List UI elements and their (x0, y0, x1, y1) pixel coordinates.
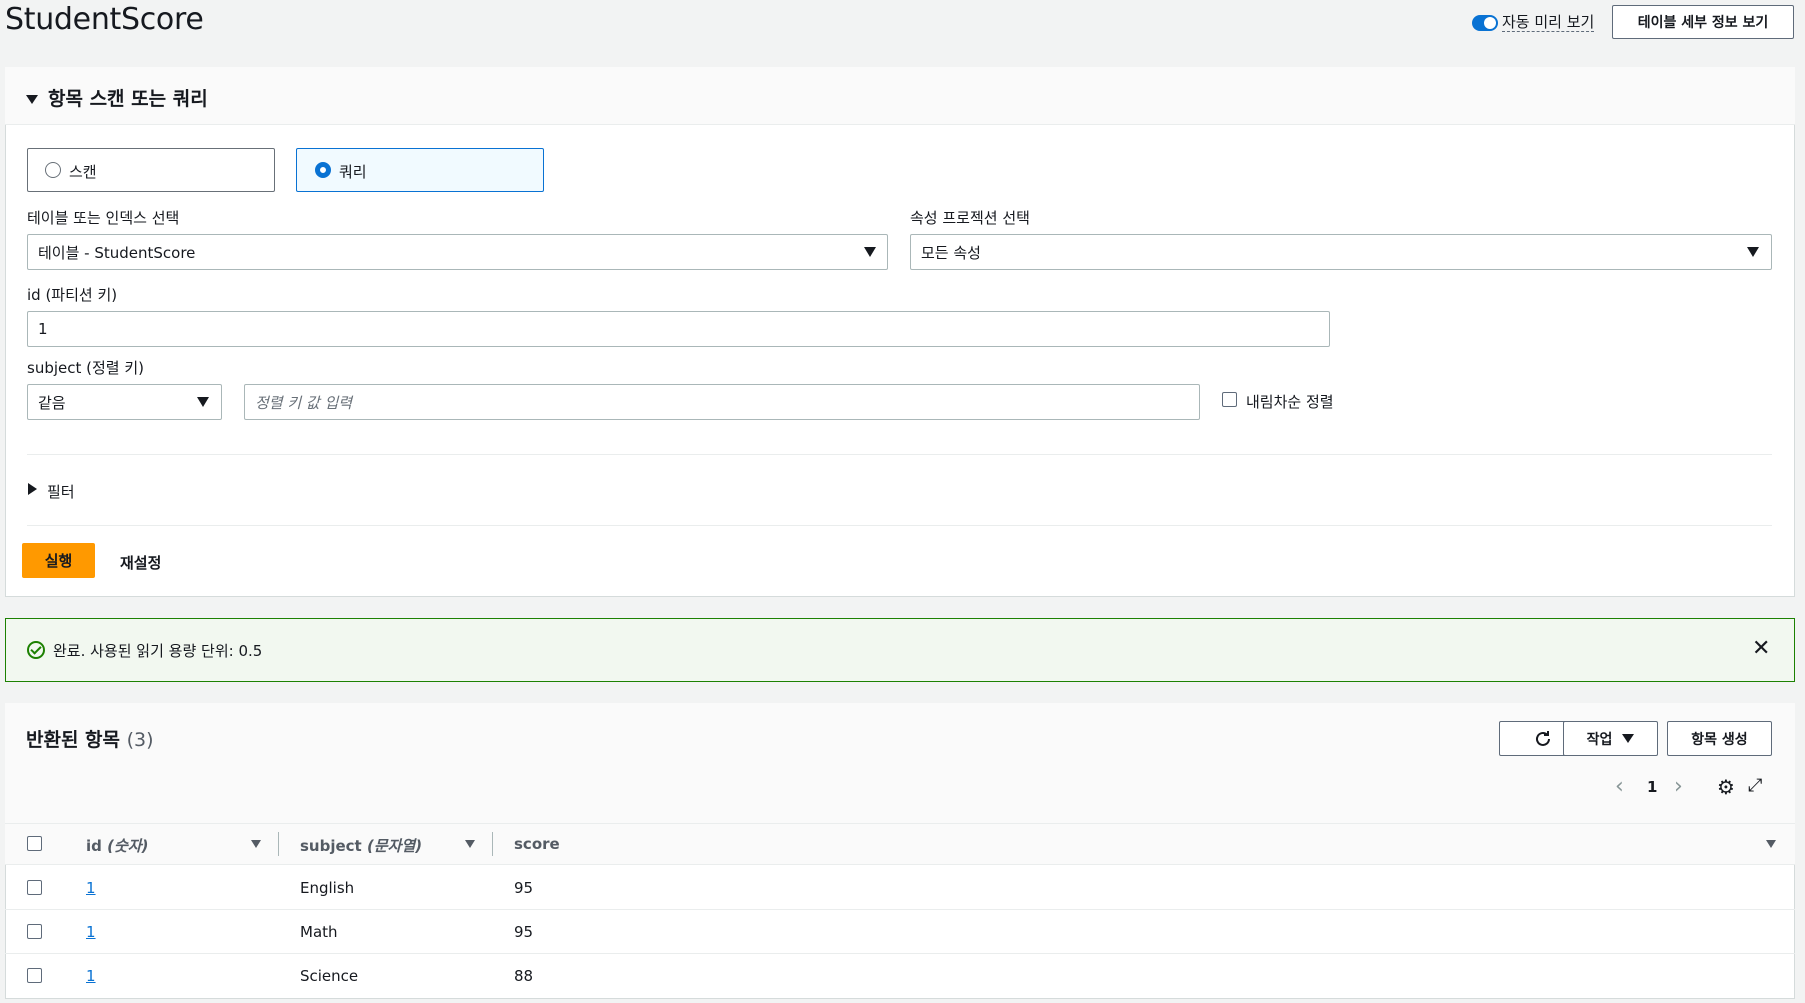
auto-preview-toggle[interactable] (1472, 15, 1498, 31)
chevron-down-icon (1622, 734, 1635, 743)
descending-checkbox[interactable] (1222, 392, 1237, 407)
sort-operator-select[interactable]: 같음 (27, 384, 222, 420)
results-title-text: 반환된 항목 (26, 729, 121, 751)
dropdown-arrow-icon[interactable] (864, 247, 876, 257)
page-number[interactable]: 1 (1647, 778, 1657, 796)
query-option-tile[interactable] (296, 148, 544, 192)
row-id-link[interactable]: 1 (86, 923, 96, 941)
results-title: 반환된 항목 (3) (26, 725, 154, 752)
column-header-subject[interactable]: subject (문자열) (300, 835, 422, 856)
row-id-link[interactable]: 1 (86, 967, 96, 985)
table-index-label: 테이블 또는 인덱스 선택 (27, 209, 180, 227)
scan-option-label: 스캔 (69, 163, 97, 181)
column-header-id[interactable]: id (숫자) (86, 835, 148, 856)
descending-label[interactable]: 내림차순 정렬 (1246, 391, 1334, 412)
actions-button-label: 작업 (1586, 731, 1613, 748)
alert-message: 완료. 사용된 읽기 용량 단위: 0.5 (53, 642, 263, 660)
column-separator[interactable] (278, 832, 279, 856)
row-score: 95 (514, 923, 534, 941)
run-button[interactable]: 실행 (22, 543, 95, 578)
create-item-button[interactable]: 항목 생성 (1667, 721, 1772, 756)
next-page-icon[interactable]: › (1674, 774, 1683, 799)
auto-preview-label[interactable]: 자동 미리 보기 (1502, 13, 1595, 32)
row-divider (5, 909, 1795, 910)
partition-key-input[interactable]: 1 (27, 311, 1330, 347)
row-score: 88 (514, 967, 534, 985)
table-index-select[interactable]: 테이블 - StudentScore (27, 234, 888, 270)
query-radio[interactable] (315, 162, 331, 178)
row-checkbox[interactable] (27, 924, 42, 939)
row-id-link[interactable]: 1 (86, 879, 96, 897)
sort-icon[interactable] (251, 840, 261, 848)
row-subject: English (300, 879, 355, 897)
gear-icon[interactable]: ⚙ (1717, 775, 1735, 799)
actions-button[interactable]: 작업 (1563, 721, 1658, 756)
prev-page-icon[interactable]: ‹ (1615, 774, 1624, 799)
reset-button[interactable]: 재설정 (120, 552, 161, 573)
divider (27, 454, 1772, 455)
results-count: (3) (126, 729, 154, 751)
sort-icon[interactable] (1766, 840, 1776, 848)
scan-option-tile[interactable] (27, 148, 275, 192)
dropdown-arrow-icon[interactable] (197, 397, 209, 407)
sort-operator-value: 같음 (38, 393, 66, 412)
projection-select[interactable]: 모든 속성 (910, 234, 1772, 270)
partition-key-label: id (파티션 키) (27, 286, 118, 304)
query-option-label: 쿼리 (339, 163, 367, 181)
table-index-value: 테이블 - StudentScore (38, 243, 196, 262)
column-header-score[interactable]: score (514, 835, 560, 853)
divider (27, 525, 1772, 526)
table-header (5, 823, 1795, 865)
sort-key-placeholder: 정렬 키 값 입력 (255, 393, 353, 412)
query-panel-title[interactable]: 항목 스캔 또는 쿼리 (48, 84, 208, 111)
column-separator[interactable] (492, 832, 493, 856)
view-table-details-button[interactable]: 테이블 세부 정보 보기 (1612, 5, 1794, 39)
dropdown-arrow-icon[interactable] (1747, 247, 1759, 257)
sort-key-input[interactable]: 정렬 키 값 입력 (244, 384, 1200, 420)
projection-label: 속성 프로젝션 선택 (910, 209, 1030, 227)
row-score: 95 (514, 879, 534, 897)
sort-key-label: subject (정렬 키) (27, 359, 145, 377)
refresh-icon (1536, 730, 1550, 746)
query-panel-header[interactable] (5, 67, 1795, 125)
caret-down-icon[interactable] (26, 95, 38, 104)
close-icon[interactable]: ✕ (1752, 638, 1770, 660)
page-title: StudentScore (5, 2, 204, 37)
scan-radio[interactable] (45, 162, 61, 178)
row-subject: Math (300, 923, 338, 941)
caret-right-icon[interactable] (28, 483, 37, 495)
row-checkbox[interactable] (27, 968, 42, 983)
check-circle-icon (27, 641, 45, 659)
filter-toggle[interactable]: 필터 (47, 481, 75, 502)
sort-icon[interactable] (465, 840, 475, 848)
partition-key-value: 1 (38, 320, 48, 338)
row-divider (5, 953, 1795, 954)
select-all-checkbox[interactable] (27, 836, 42, 851)
projection-value: 모든 속성 (921, 243, 981, 262)
row-checkbox[interactable] (27, 880, 42, 895)
success-alert (5, 618, 1795, 682)
fullscreen-icon[interactable]: ⤢ (1748, 775, 1762, 796)
row-subject: Science (300, 967, 359, 985)
